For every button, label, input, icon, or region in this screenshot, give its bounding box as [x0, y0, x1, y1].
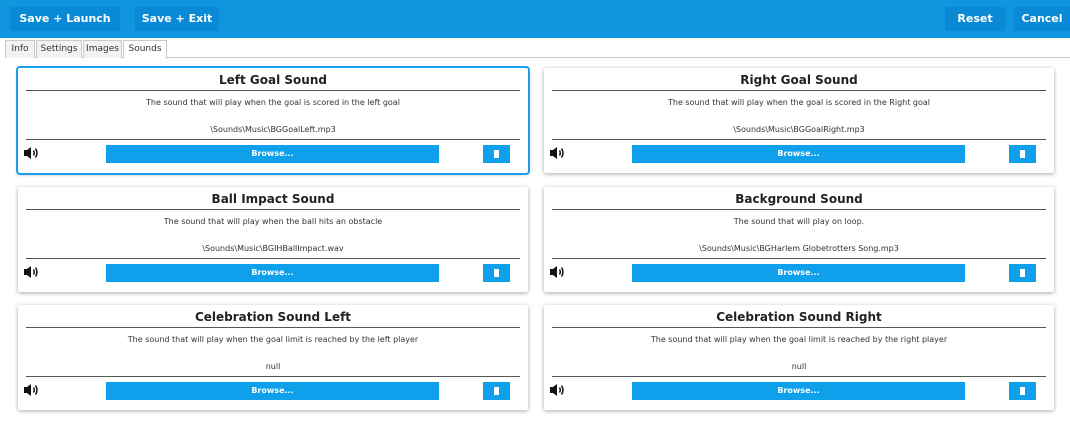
delete-button[interactable] — [1009, 145, 1036, 163]
divider — [552, 258, 1046, 259]
divider — [26, 139, 520, 140]
browse-button[interactable]: Browse... — [632, 382, 965, 400]
browse-button[interactable]: Browse... — [632, 145, 965, 163]
delete-button[interactable] — [1009, 382, 1036, 400]
file-path: \Sounds\Music\BGHarlem Globetrotters Son… — [699, 244, 899, 253]
browse-button[interactable]: Browse... — [106, 145, 439, 163]
file-path: null — [791, 362, 807, 371]
browse-button[interactable]: Browse... — [632, 264, 965, 282]
speaker-icon[interactable] — [23, 383, 39, 397]
tab-strip: Info Settings Images Sounds — [5, 40, 1070, 59]
card-title: Left Goal Sound — [219, 73, 327, 87]
trash-icon — [494, 387, 499, 395]
divider — [552, 90, 1046, 91]
delete-button[interactable] — [483, 145, 510, 163]
trash-icon — [1020, 269, 1025, 277]
cancel-button[interactable]: Cancel — [1014, 7, 1070, 31]
save-launch-button[interactable]: Save + Launch — [10, 7, 120, 31]
divider — [26, 258, 520, 259]
trash-icon — [1020, 150, 1025, 158]
divider — [26, 376, 520, 377]
file-path: null — [265, 362, 281, 371]
card-description: The sound that will play on loop. — [733, 217, 865, 226]
trash-icon — [494, 269, 499, 277]
speaker-icon[interactable] — [549, 383, 565, 397]
browse-button[interactable]: Browse... — [106, 264, 439, 282]
speaker-icon[interactable] — [549, 146, 565, 160]
sound-card-celebration-right: Celebration Sound Right The sound that w… — [544, 305, 1054, 410]
save-exit-button[interactable]: Save + Exit — [135, 7, 219, 31]
speaker-icon[interactable] — [23, 146, 39, 160]
tab-info[interactable]: Info — [5, 40, 35, 58]
card-title: Ball Impact Sound — [211, 192, 335, 206]
trash-icon — [1020, 387, 1025, 395]
file-path: \Sounds\Music\BGGoalRight.mp3 — [733, 125, 865, 134]
card-title: Right Goal Sound — [740, 73, 858, 87]
speaker-icon[interactable] — [23, 265, 39, 279]
reset-button[interactable]: Reset — [945, 7, 1005, 31]
tab-settings[interactable]: Settings — [36, 40, 82, 58]
tab-images[interactable]: Images — [83, 40, 122, 58]
top-toolbar: Save + Launch Save + Exit Reset Cancel — [0, 0, 1070, 38]
divider — [26, 327, 520, 328]
divider — [26, 90, 520, 91]
file-path: \Sounds\Music\BGGoalLeft.mp3 — [210, 125, 336, 134]
speaker-icon[interactable] — [549, 265, 565, 279]
card-title: Celebration Sound Left — [194, 310, 352, 324]
sound-card-celebration-left: Celebration Sound Left The sound that wi… — [18, 305, 528, 410]
delete-button[interactable] — [1009, 264, 1036, 282]
sound-card-right-goal: Right Goal Sound The sound that will pla… — [544, 68, 1054, 173]
card-description: The sound that will play when the goal l… — [650, 335, 948, 344]
sound-card-ball-impact: Ball Impact Sound The sound that will pl… — [18, 187, 528, 292]
card-title: Celebration Sound Right — [716, 310, 882, 324]
divider — [552, 209, 1046, 210]
sound-card-background: Background Sound The sound that will pla… — [544, 187, 1054, 292]
sound-card-left-goal: Left Goal Sound The sound that will play… — [16, 66, 530, 175]
tab-sounds[interactable]: Sounds — [123, 40, 167, 59]
divider — [552, 139, 1046, 140]
divider — [26, 209, 520, 210]
card-description: The sound that will play when the ball h… — [163, 217, 383, 226]
file-path: \Sounds\Music\BGIHBallImpact.wav — [202, 244, 344, 253]
card-description: The sound that will play when the goal i… — [668, 98, 930, 107]
card-description: The sound that will play when the goal i… — [146, 98, 400, 107]
divider — [552, 376, 1046, 377]
browse-button[interactable]: Browse... — [106, 382, 439, 400]
delete-button[interactable] — [483, 382, 510, 400]
card-title: Background Sound — [735, 192, 863, 206]
card-description: The sound that will play when the goal l… — [127, 335, 419, 344]
trash-icon — [494, 150, 499, 158]
divider — [552, 327, 1046, 328]
delete-button[interactable] — [483, 264, 510, 282]
